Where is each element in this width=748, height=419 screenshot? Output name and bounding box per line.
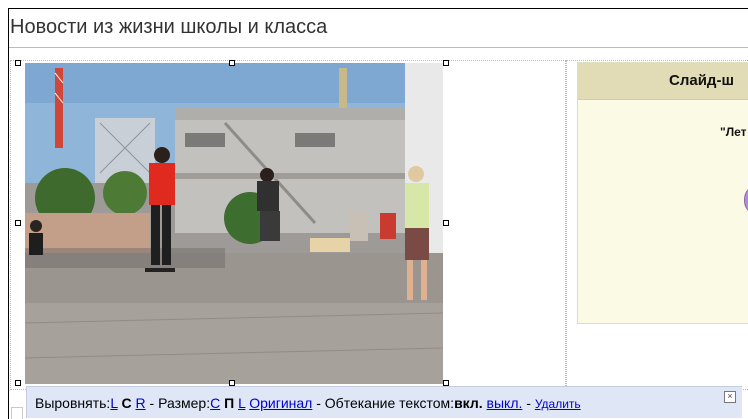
page-title: Новости из жизни школы и класса — [10, 16, 328, 38]
photo-image — [25, 63, 443, 384]
size-small-link[interactable]: С — [210, 395, 220, 411]
size-large-link[interactable]: L — [238, 395, 245, 411]
delete-link[interactable]: Удалить — [535, 397, 581, 411]
slideshow-thumbnail — [744, 185, 748, 215]
align-label: Выровнять: — [35, 395, 111, 411]
resize-handle-right[interactable] — [443, 220, 449, 226]
wrap-off-link[interactable]: выкл. — [487, 395, 523, 411]
resize-handle-bottom-left[interactable] — [15, 380, 21, 386]
align-left-link[interactable]: L — [110, 395, 117, 411]
cell-marker — [11, 407, 23, 419]
wrap-label: - Обтекание текстом: — [312, 395, 455, 411]
image-properties-toolbar: Выровнять:L C R - Размер:С П L Оригинал … — [26, 386, 742, 418]
resize-handle-left[interactable] — [15, 220, 21, 226]
align-right-link[interactable]: R — [136, 395, 146, 411]
slideshow-header: Слайд-ш — [578, 63, 748, 100]
selected-photo[interactable] — [25, 63, 443, 384]
resize-handle-top-left[interactable] — [15, 60, 21, 66]
size-medium-selected: П — [224, 395, 235, 411]
close-toolbar-icon[interactable]: × — [724, 391, 736, 403]
resize-handle-top-right[interactable] — [443, 60, 449, 66]
wrap-on-selected: вкл. — [454, 395, 483, 411]
resize-handle-top[interactable] — [229, 60, 235, 66]
title-divider — [9, 47, 748, 48]
slideshow-gadget[interactable]: Слайд-ш "Лет — [577, 62, 748, 324]
align-center-selected: C — [121, 395, 132, 411]
slideshow-caption: "Лет — [720, 125, 747, 139]
delete-separator: - — [522, 395, 535, 411]
size-label: - Размер: — [145, 395, 211, 411]
original-size-link[interactable]: Оригинал — [249, 395, 312, 411]
